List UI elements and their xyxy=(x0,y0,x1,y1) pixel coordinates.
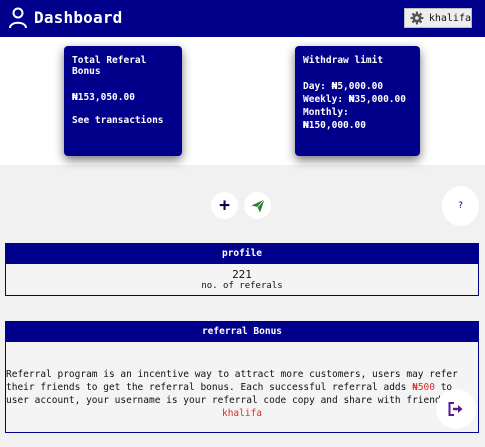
referral-bonus-panel-title: referral Bonus xyxy=(6,322,478,342)
referral-text-before: Referral program is an incentive way to … xyxy=(6,369,458,393)
user-icon xyxy=(9,7,27,29)
referral-count-label: no. of referals xyxy=(201,281,283,291)
logout-button[interactable] xyxy=(436,389,476,429)
withdraw-weekly-limit: Weekly: ₦35,000.00 xyxy=(303,94,406,105)
gear-icon xyxy=(410,11,424,25)
withdraw-monthly-limit: Monthly: ₦150,000.00 xyxy=(303,107,366,131)
app-header: Dashboard khalifa xyxy=(0,0,485,37)
send-icon xyxy=(251,198,265,212)
referral-amount: ₦500 xyxy=(412,382,435,393)
profile-panel: profile 221 no. of referals xyxy=(5,243,479,296)
referral-bonus-title: Total Referal Bonus xyxy=(72,55,147,77)
help-button[interactable]: ? xyxy=(442,186,479,226)
withdraw-limit-card: Withdraw limit Day: ₦5,000.00 Weekly: ₦3… xyxy=(295,46,420,156)
referral-count: 221 xyxy=(232,268,252,281)
header-username: khalifa xyxy=(428,12,471,24)
withdraw-limit-title: Withdraw limit xyxy=(303,55,384,66)
logout-icon xyxy=(448,402,463,416)
profile-title: profile xyxy=(6,244,478,264)
page-title: Dashboard xyxy=(34,8,123,27)
withdraw-day-limit: Day: ₦5,000.00 xyxy=(303,81,384,92)
referral-code[interactable]: khalifa xyxy=(6,407,478,420)
referral-description: Referral program is an incentive way to … xyxy=(6,342,478,420)
referral-bonus-panel: referral Bonus Referral program is an in… xyxy=(5,321,479,433)
help-icon: ? xyxy=(457,201,464,211)
plus-icon: + xyxy=(219,194,230,216)
send-button[interactable] xyxy=(244,192,271,219)
referral-bonus-amount: ₦153,050.00 xyxy=(72,92,135,103)
see-transactions-link[interactable]: See transactions xyxy=(72,115,174,126)
settings-button[interactable]: khalifa xyxy=(404,8,472,28)
add-button[interactable]: + xyxy=(211,192,238,219)
referral-bonus-card: Total Referal Bonus ₦153,050.00 See tran… xyxy=(64,46,182,156)
